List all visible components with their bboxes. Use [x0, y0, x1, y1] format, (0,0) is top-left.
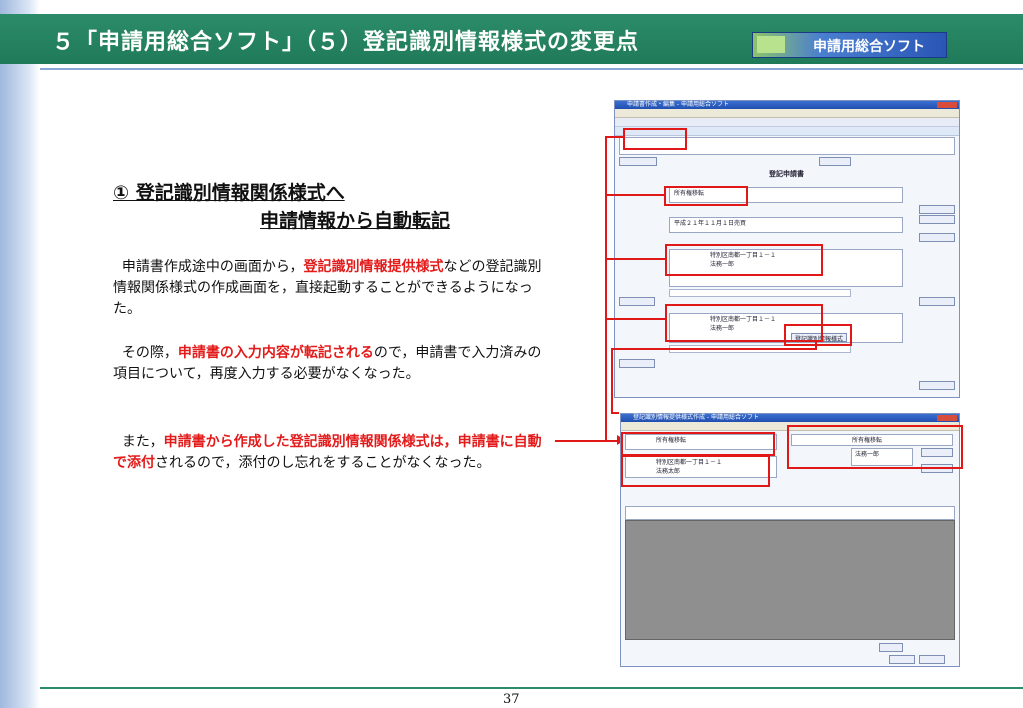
- p3-text-a: また，: [121, 434, 164, 450]
- select-row-1[interactable]: [669, 289, 851, 297]
- connector-form-button-left-down: [611, 348, 613, 414]
- window-title-2: 登記識別情報提供様式作成 - 申請用総合ソフト: [633, 414, 759, 421]
- p1-red-text: 登記識別情報提供様式: [303, 259, 444, 275]
- highlight-purpose-top: [623, 128, 687, 150]
- connector-vertical: [605, 136, 607, 440]
- p2-red-text: 申請書の入力内容が転記される: [177, 345, 374, 361]
- software-logo: 申請用総合ソフト: [752, 32, 947, 58]
- confirm-button[interactable]: [889, 655, 915, 664]
- window-title: 申請書作成・編集 - 申請用総合ソフト: [627, 101, 729, 108]
- window-controls-icon-2: [937, 415, 957, 421]
- highlight-holder-1: [665, 244, 823, 276]
- connector-top-1: [605, 136, 623, 138]
- toolbar: [615, 118, 959, 127]
- logo-text: 申請用総合ソフト: [813, 39, 925, 55]
- connector-top-2: [605, 194, 664, 196]
- slide-title: ５「申請用総合ソフト」（５）登記識別情報様式の変更点: [52, 30, 640, 55]
- clear-button[interactable]: [819, 157, 851, 166]
- side-button-3[interactable]: [919, 233, 955, 242]
- cause-field[interactable]: 平成２１年１１月１日売買: [669, 217, 903, 233]
- logo-mark-icon: [757, 36, 785, 53]
- highlight-holder-bottom: [621, 455, 770, 487]
- connector-bottom-2: [611, 412, 619, 414]
- doc-title: 登記申請書: [769, 170, 804, 178]
- p3-red-text-1: 申請書から作成した登記識別情報関係様式は，: [163, 434, 458, 450]
- instructions-button[interactable]: [619, 157, 657, 166]
- highlight-purpose-field: [664, 186, 748, 206]
- cancel-button[interactable]: [919, 655, 945, 664]
- window-titlebar-2: 登記識別情報提供様式作成 - 申請用総合ソフト: [621, 414, 959, 422]
- add-holder-button-2[interactable]: [619, 359, 655, 368]
- connector-top-3: [605, 258, 665, 260]
- paragraph-1: 申請書作成途中の画面から，登記識別情報提供様式などの登記識別情報関係様式の作成画…: [113, 257, 553, 320]
- section-heading-line2: 申請情報から自動転記: [260, 210, 451, 232]
- paragraph-3: また，申請書から作成した登記識別情報関係様式は，申請書に自動で添付されるので，添…: [113, 432, 553, 474]
- side-button-4[interactable]: [919, 297, 955, 306]
- p3-text-b: されるので，添付のし忘れをすることがなくなった。: [155, 455, 491, 471]
- side-button-2[interactable]: [919, 215, 955, 224]
- side-button-1[interactable]: [919, 205, 955, 214]
- table-body: [625, 520, 955, 640]
- connector-to-text: [555, 440, 607, 442]
- add-holder-button-1[interactable]: [619, 297, 655, 306]
- connector-form-button-left: [611, 348, 817, 350]
- menu-bar: [615, 109, 959, 118]
- highlight-purpose-bottom: [621, 432, 775, 456]
- highlight-right-bottom: [787, 425, 963, 469]
- p1-text-a: 申請書作成途中の画面から，: [121, 259, 304, 275]
- table-header: [625, 506, 955, 520]
- left-gradient-bar: [0, 0, 40, 708]
- highlight-form-button: [784, 324, 852, 346]
- table-action-button[interactable]: [879, 643, 903, 652]
- side-button-5[interactable]: [919, 381, 955, 390]
- title-underline: [40, 68, 1023, 70]
- page-number: 37: [503, 692, 520, 707]
- window-titlebar: 申請書作成・編集 - 申請用総合ソフト: [615, 101, 959, 109]
- window-controls-icon: [937, 102, 957, 108]
- footer-line: [40, 687, 1023, 689]
- connector-top-4: [605, 318, 665, 320]
- cause-value: 平成２１年１１月１日売買: [674, 220, 747, 227]
- section-heading-line1: ① 登記識別情報関係様式へ: [113, 182, 345, 204]
- p2-text-a: その際，: [121, 345, 178, 361]
- paragraph-2: その際，申請書の入力内容が転記されるので，申請書で入力済みの項目について，再度入…: [113, 343, 553, 385]
